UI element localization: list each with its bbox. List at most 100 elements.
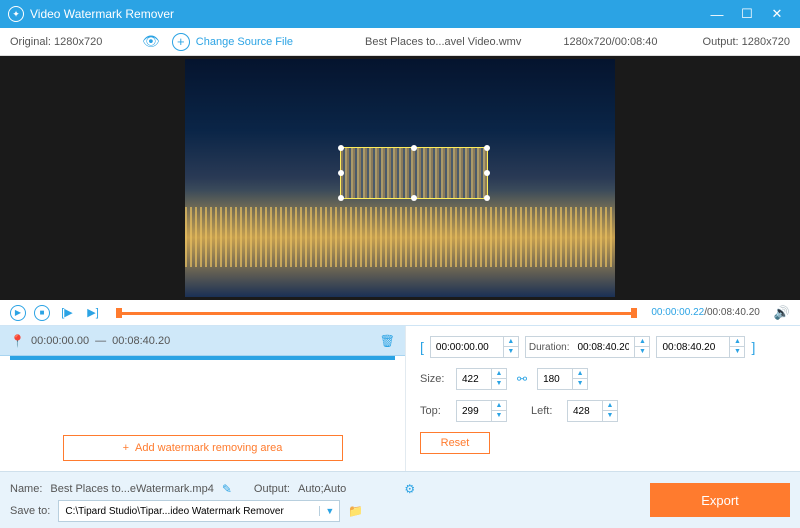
time-total: 00:08:40.20: [707, 307, 760, 318]
left-input[interactable]: ▲▼: [567, 400, 618, 422]
handle-tm[interactable]: [411, 145, 417, 151]
timecode: 00:00:00.22/00:08:40.20: [651, 307, 759, 318]
footer: Name: Best Places to...eWatermark.mp4 ✎ …: [0, 471, 800, 528]
spin-down[interactable]: ▼: [603, 411, 617, 421]
name-label: Name:: [10, 483, 42, 495]
save-path-dropdown[interactable]: ▼: [319, 506, 339, 516]
top-field[interactable]: [457, 406, 491, 417]
open-folder-icon[interactable]: 📁: [348, 504, 363, 518]
delete-segment-icon[interactable]: 🗑: [380, 334, 395, 348]
left-label: Left:: [531, 405, 561, 417]
minimize-button[interactable]: —: [702, 7, 732, 22]
top-label: Top:: [420, 405, 450, 417]
spin-up[interactable]: ▲: [635, 337, 649, 347]
close-button[interactable]: ✕: [762, 6, 792, 22]
playback-controls: ▶ ■ [▶ ▶] 00:00:00.22/00:08:40.20 🔊: [0, 300, 800, 326]
segments-panel: 📍 00:00:00.00 — 00:08:40.20 🗑 + Add wate…: [0, 326, 405, 471]
save-path-box[interactable]: ▼: [58, 500, 340, 522]
output-label: Output:: [703, 36, 739, 48]
save-to-label: Save to:: [10, 505, 50, 517]
range-start-field[interactable]: [431, 342, 503, 353]
source-filename: Best Places to...avel Video.wmv: [365, 36, 521, 48]
segment-end: 00:08:40.20: [112, 335, 170, 347]
change-source-label: Change Source File: [196, 36, 293, 48]
video-frame[interactable]: [185, 59, 615, 297]
range-duration-input[interactable]: Duration: ▲▼: [525, 336, 651, 358]
edit-name-icon[interactable]: ✎: [222, 482, 232, 496]
range-start-input[interactable]: ▲▼: [430, 336, 519, 358]
link-aspect-icon[interactable]: ⚯: [517, 372, 527, 386]
properties-panel: [ ▲▼ Duration: ▲▼ ▲▼ ] Size: ▲▼ ⚯: [405, 326, 800, 471]
handle-mr[interactable]: [484, 170, 490, 176]
bracket-left-icon[interactable]: [: [420, 339, 424, 355]
save-path-field[interactable]: [59, 506, 319, 517]
spin-down[interactable]: ▼: [492, 411, 506, 421]
mark-in-button[interactable]: [▶: [58, 306, 76, 319]
height-field[interactable]: [538, 374, 572, 385]
maximize-button[interactable]: ☐: [732, 6, 762, 22]
watermark-selection-box[interactable]: [340, 147, 488, 199]
spin-up[interactable]: ▲: [730, 337, 744, 347]
title-bar: ✦ Video Watermark Remover — ☐ ✕: [0, 0, 800, 28]
left-field[interactable]: [568, 406, 602, 417]
bracket-right-icon[interactable]: ]: [751, 339, 755, 355]
output-format-label: Output:: [254, 483, 290, 495]
plus-icon: +: [172, 33, 190, 51]
handle-bl[interactable]: [338, 195, 344, 201]
segment-row[interactable]: 📍 00:00:00.00 — 00:08:40.20 🗑: [0, 326, 405, 356]
handle-tl[interactable]: [338, 145, 344, 151]
range-end-input[interactable]: ▲▼: [656, 336, 745, 358]
app-title: Video Watermark Remover: [30, 7, 702, 21]
size-label: Size:: [420, 373, 450, 385]
output-res-value: 1280x720: [742, 36, 790, 48]
width-input[interactable]: ▲▼: [456, 368, 507, 390]
output-settings-icon[interactable]: ⚙: [404, 482, 415, 496]
width-field[interactable]: [457, 374, 491, 385]
volume-icon[interactable]: 🔊: [774, 305, 790, 321]
stop-button[interactable]: ■: [34, 305, 50, 321]
segment-bar[interactable]: [10, 356, 395, 360]
spin-up[interactable]: ▲: [492, 369, 506, 379]
reset-button[interactable]: Reset: [420, 432, 490, 454]
add-watermark-area-button[interactable]: + Add watermark removing area: [63, 435, 343, 461]
name-value: Best Places to...eWatermark.mp4: [50, 483, 213, 495]
spin-up[interactable]: ▲: [492, 401, 506, 411]
duration-label: Duration:: [526, 342, 573, 353]
source-res-duration: 1280x720/00:08:40: [563, 36, 657, 48]
mark-out-button[interactable]: ▶]: [84, 306, 102, 319]
timeline-slider[interactable]: [116, 308, 637, 318]
spin-down[interactable]: ▼: [635, 347, 649, 357]
original-resolution: Original: 1280x720: [10, 36, 130, 48]
info-bar: Original: 1280x720 👁 + Change Source Fil…: [0, 28, 800, 56]
range-end-field[interactable]: [657, 342, 729, 353]
original-res-value: 1280x720: [54, 36, 102, 48]
preview-toggle-icon[interactable]: 👁: [142, 33, 160, 50]
video-preview: [0, 56, 800, 300]
play-button[interactable]: ▶: [10, 305, 26, 321]
plus-icon: +: [123, 442, 129, 454]
spin-down[interactable]: ▼: [492, 379, 506, 389]
add-area-label: Add watermark removing area: [135, 442, 282, 454]
spin-down[interactable]: ▼: [573, 379, 587, 389]
segment-dash: —: [95, 335, 106, 347]
top-input[interactable]: ▲▼: [456, 400, 507, 422]
segment-start: 00:00:00.00: [31, 335, 89, 347]
handle-tr[interactable]: [484, 145, 490, 151]
spin-up[interactable]: ▲: [504, 337, 518, 347]
spin-down[interactable]: ▼: [730, 347, 744, 357]
time-current: 00:00:00.22: [651, 307, 704, 318]
export-button[interactable]: Export: [650, 483, 790, 517]
handle-bm[interactable]: [411, 195, 417, 201]
change-source-button[interactable]: + Change Source File: [172, 33, 293, 51]
handle-ml[interactable]: [338, 170, 344, 176]
handle-br[interactable]: [484, 195, 490, 201]
spin-down[interactable]: ▼: [504, 347, 518, 357]
original-label: Original:: [10, 36, 51, 48]
spin-up[interactable]: ▲: [603, 401, 617, 411]
output-resolution: Output: 1280x720: [703, 36, 790, 48]
spin-up[interactable]: ▲: [573, 369, 587, 379]
height-input[interactable]: ▲▼: [537, 368, 588, 390]
range-duration-field[interactable]: [572, 342, 634, 353]
app-logo-icon: ✦: [8, 6, 24, 22]
pin-icon: 📍: [10, 334, 25, 348]
